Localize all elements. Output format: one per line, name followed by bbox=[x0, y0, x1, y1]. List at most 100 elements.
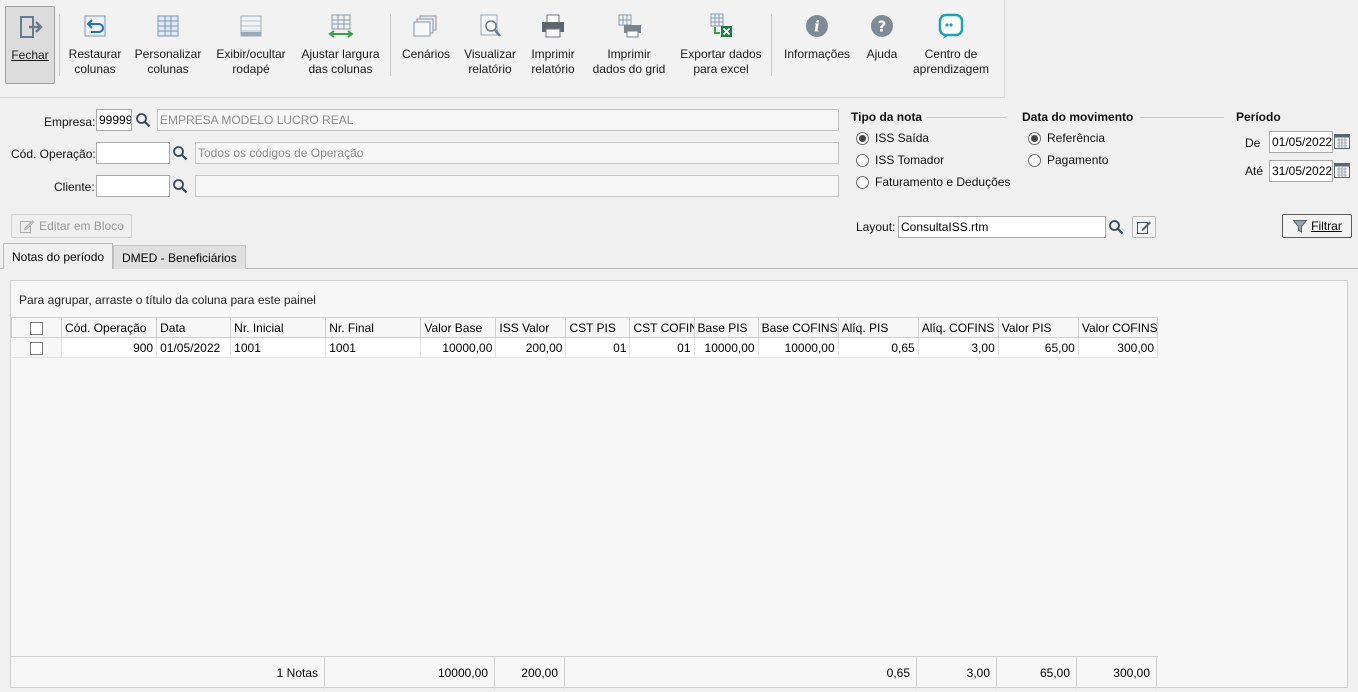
radio-referencia[interactable]: Referência bbox=[1028, 131, 1105, 145]
column-header[interactable]: Cód. Operação bbox=[61, 317, 158, 338]
help-button[interactable]: ? Ajuda bbox=[860, 6, 904, 84]
export-excel-button[interactable]: Exportar dados para excel bbox=[677, 6, 765, 84]
empresa-label: Empresa: bbox=[44, 115, 96, 129]
layout-input[interactable]: ConsultaISS.rtm bbox=[898, 216, 1106, 238]
cell-aliq-cofins[interactable]: 3,00 bbox=[918, 337, 999, 358]
periodo-de-input[interactable]: 01/05/2022 bbox=[1269, 131, 1333, 153]
column-header[interactable]: Data bbox=[156, 317, 232, 338]
layout-search-button[interactable] bbox=[1106, 216, 1126, 238]
radio-circle bbox=[1028, 153, 1041, 167]
cell-cod-operacao[interactable]: 900 bbox=[61, 337, 158, 358]
column-header[interactable]: Valor PIS bbox=[997, 317, 1079, 338]
operacao-search-button[interactable] bbox=[170, 142, 190, 164]
print-report-icon bbox=[542, 14, 564, 38]
print-report-label-1: Imprimir bbox=[531, 47, 575, 61]
tab-dmed-beneficiarios-label: DMED - Beneficiários bbox=[122, 250, 237, 265]
tab-dmed-beneficiarios[interactable]: DMED - Beneficiários bbox=[113, 245, 246, 269]
customize-columns-button[interactable]: Personalizar colunas bbox=[132, 6, 204, 84]
info-button[interactable]: i Informações bbox=[780, 6, 854, 84]
cell-iss-valor[interactable]: 200,00 bbox=[495, 337, 567, 358]
print-grid-label-2: dados do grid bbox=[592, 62, 666, 76]
cliente-code-input[interactable] bbox=[96, 175, 170, 197]
scenarios-button[interactable]: Cenários bbox=[398, 6, 454, 84]
help-icon: ? bbox=[871, 15, 893, 37]
close-button[interactable]: Fechar bbox=[5, 6, 55, 84]
toolbar-empty-area bbox=[1004, 0, 1358, 98]
preview-report-button[interactable]: Visualizar relatório bbox=[460, 6, 520, 84]
radio-circle bbox=[856, 131, 869, 145]
funnel-icon bbox=[1292, 220, 1308, 233]
cell-base-pis[interactable]: 10000,00 bbox=[694, 337, 759, 358]
column-header[interactable]: CST PIS bbox=[565, 317, 631, 338]
print-grid-button[interactable]: Imprimir dados do grid bbox=[588, 6, 670, 84]
restore-columns-button[interactable]: Restaurar colunas bbox=[66, 6, 124, 84]
empresa-code-input[interactable]: 99999 bbox=[96, 109, 132, 131]
exit-icon bbox=[20, 16, 43, 38]
table-row[interactable]: 900 01/05/2022 1001 1001 10000,00 200,00… bbox=[11, 337, 1159, 358]
column-header[interactable]: Alíq. COFINS bbox=[917, 317, 999, 338]
footer-valor-base: 10000,00 bbox=[325, 657, 495, 689]
edit-in-block-button[interactable]: Editar em Bloco bbox=[11, 214, 132, 238]
tab-notas-periodo[interactable]: Notas do período bbox=[3, 243, 114, 269]
empresa-search-button[interactable] bbox=[133, 109, 153, 131]
info-icon: i bbox=[806, 15, 828, 37]
cell-aliq-pis[interactable]: 0,65 bbox=[838, 337, 919, 358]
radio-iss-tomador-label: ISS Tomador bbox=[875, 153, 945, 167]
print-report-button[interactable]: Imprimir relatório bbox=[525, 6, 581, 84]
radio-faturamento-label: Faturamento e Deduções bbox=[875, 175, 1011, 189]
radio-circle bbox=[856, 175, 869, 189]
tab-notas-periodo-label: Notas do período bbox=[12, 249, 105, 264]
cell-nr-inicial[interactable]: 1001 bbox=[230, 337, 327, 358]
learning-center-button[interactable]: Centro de aprendizagem bbox=[908, 6, 994, 84]
search-icon bbox=[1109, 220, 1124, 235]
close-label: Fechar bbox=[11, 48, 49, 62]
cell-cst-cofins[interactable]: 01 bbox=[629, 337, 695, 358]
column-header[interactable]: Base PIS bbox=[693, 317, 759, 338]
cell-nr-final[interactable]: 1001 bbox=[325, 337, 422, 358]
column-header[interactable]: Nr. Final bbox=[325, 317, 422, 338]
column-header[interactable]: Valor COFINS bbox=[1077, 317, 1159, 338]
radio-iss-saida-label: ISS Saída bbox=[875, 131, 930, 145]
select-all-checkbox[interactable] bbox=[10, 317, 63, 338]
footer-aliq-cofins: 3,00 bbox=[917, 657, 997, 689]
preview-report-label-1: Visualizar bbox=[464, 47, 516, 61]
column-header[interactable]: Alíq. PIS bbox=[837, 317, 919, 338]
cliente-label: Cliente: bbox=[54, 180, 95, 194]
learning-center-label-1: Centro de bbox=[924, 47, 978, 61]
column-header[interactable]: CST COFIN bbox=[629, 317, 695, 338]
cell-valor-pis[interactable]: 65,00 bbox=[998, 337, 1079, 358]
calendar-ate-button[interactable] bbox=[1333, 161, 1353, 181]
cell-cst-pis[interactable]: 01 bbox=[565, 337, 631, 358]
cell-base-cofins[interactable]: 10000,00 bbox=[758, 337, 839, 358]
toggle-footer-button[interactable]: Exibir/ocultar rodapé bbox=[211, 6, 291, 84]
filter-button[interactable]: Filtrar bbox=[1282, 214, 1352, 238]
cell-valor-base[interactable]: 10000,00 bbox=[420, 337, 497, 358]
cell-data[interactable]: 01/05/2022 bbox=[156, 337, 232, 358]
cliente-search-button[interactable] bbox=[170, 175, 190, 197]
periodo-ate-label: Até bbox=[1245, 164, 1264, 178]
radio-referencia-label: Referência bbox=[1047, 131, 1106, 145]
column-header[interactable]: ISS Valor bbox=[495, 317, 567, 338]
operacao-code-input[interactable] bbox=[96, 142, 170, 164]
fit-columns-button[interactable]: Ajustar largura das colunas bbox=[298, 6, 383, 84]
layout-edit-button[interactable] bbox=[1132, 216, 1156, 238]
radio-faturamento[interactable]: Faturamento e Deduções bbox=[856, 175, 1010, 189]
learning-center-icon bbox=[938, 13, 964, 39]
radio-pagamento[interactable]: Pagamento bbox=[1028, 153, 1108, 167]
edit-icon bbox=[1137, 221, 1151, 234]
group-by-panel[interactable]: Para agrupar, arraste o título da coluna… bbox=[19, 293, 316, 307]
footer-iss-valor: 200,00 bbox=[495, 657, 565, 689]
print-report-label-2: relatório bbox=[531, 62, 575, 76]
fit-columns-label-1: Ajustar largura bbox=[301, 47, 380, 61]
radio-iss-tomador[interactable]: ISS Tomador bbox=[856, 153, 944, 167]
toggle-footer-label-2: rodapé bbox=[232, 62, 270, 76]
periodo-ate-input[interactable]: 31/05/2022 bbox=[1269, 160, 1333, 182]
cell-valor-cofins[interactable]: 300,00 bbox=[1078, 337, 1159, 358]
column-header[interactable]: Nr. Inicial bbox=[230, 317, 327, 338]
column-header[interactable]: Base COFINS bbox=[757, 317, 839, 338]
column-header[interactable]: Valor Base bbox=[420, 317, 497, 338]
radio-iss-saida[interactable]: ISS Saída bbox=[856, 131, 929, 145]
row-checkbox[interactable] bbox=[11, 337, 63, 358]
grid-panel: Para agrupar, arraste o título da coluna… bbox=[10, 280, 1348, 689]
calendar-de-button[interactable] bbox=[1333, 132, 1353, 152]
